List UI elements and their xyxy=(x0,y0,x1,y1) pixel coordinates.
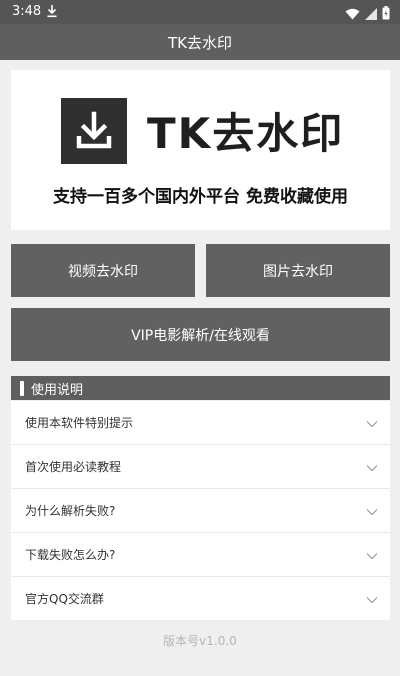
faq-list: 使用本软件特别提示 首次使用必读教程 为什么解析失败? 下载失败怎么办? 官方Q… xyxy=(11,401,390,620)
instructions-header: 使用说明 xyxy=(11,376,390,400)
video-watermark-label: 视频去水印 xyxy=(68,263,138,280)
video-watermark-button[interactable]: 视频去水印 xyxy=(11,244,195,297)
wifi-icon xyxy=(345,5,360,24)
download-icon xyxy=(46,3,58,22)
faq-item-label: 为什么解析失败? xyxy=(25,504,116,518)
faq-item-label: 首次使用必读教程 xyxy=(25,460,122,474)
faq-item-qq-group[interactable]: 官方QQ交流群 xyxy=(11,577,390,620)
hero-slogan: 支持一百多个国内外平台 免费收藏使用 xyxy=(53,187,348,207)
chevron-down-icon xyxy=(366,545,378,564)
app-title: TK去水印 xyxy=(168,33,232,52)
faq-item-download-failed[interactable]: 下载失败怎么办? xyxy=(11,533,390,577)
faq-item-label: 官方QQ交流群 xyxy=(25,592,104,606)
logo-text: TK去水印 xyxy=(147,109,345,158)
download-logo-icon xyxy=(61,98,127,164)
status-time: 3:48 xyxy=(12,4,42,19)
section-marker xyxy=(20,380,24,396)
hero-banner: TK去水印 支持一百多个国内外平台 免费收藏使用 xyxy=(11,70,390,230)
chevron-down-icon xyxy=(366,413,378,432)
faq-item-label: 下载失败怎么办? xyxy=(25,548,116,562)
faq-item-label: 使用本软件特别提示 xyxy=(25,416,134,430)
instructions-title: 使用说明 xyxy=(31,382,84,398)
chevron-down-icon xyxy=(366,589,378,608)
status-bar: 3:48 xyxy=(0,0,400,24)
battery-icon xyxy=(382,5,390,24)
faq-item-parse-failed[interactable]: 为什么解析失败? xyxy=(11,489,390,533)
signal-icon xyxy=(365,5,377,24)
image-watermark-button[interactable]: 图片去水印 xyxy=(206,244,390,297)
app-bar: TK去水印 xyxy=(0,24,400,60)
vip-movie-button[interactable]: VIP电影解析/在线观看 xyxy=(11,308,390,361)
chevron-down-icon xyxy=(366,501,378,520)
faq-item-tutorial[interactable]: 首次使用必读教程 xyxy=(11,445,390,489)
image-watermark-label: 图片去水印 xyxy=(263,263,333,280)
chevron-down-icon xyxy=(366,457,378,476)
version-label: 版本号v1.0.0 xyxy=(163,634,237,648)
vip-movie-label: VIP电影解析/在线观看 xyxy=(131,327,270,344)
faq-item-special-notice[interactable]: 使用本软件特别提示 xyxy=(11,401,390,445)
